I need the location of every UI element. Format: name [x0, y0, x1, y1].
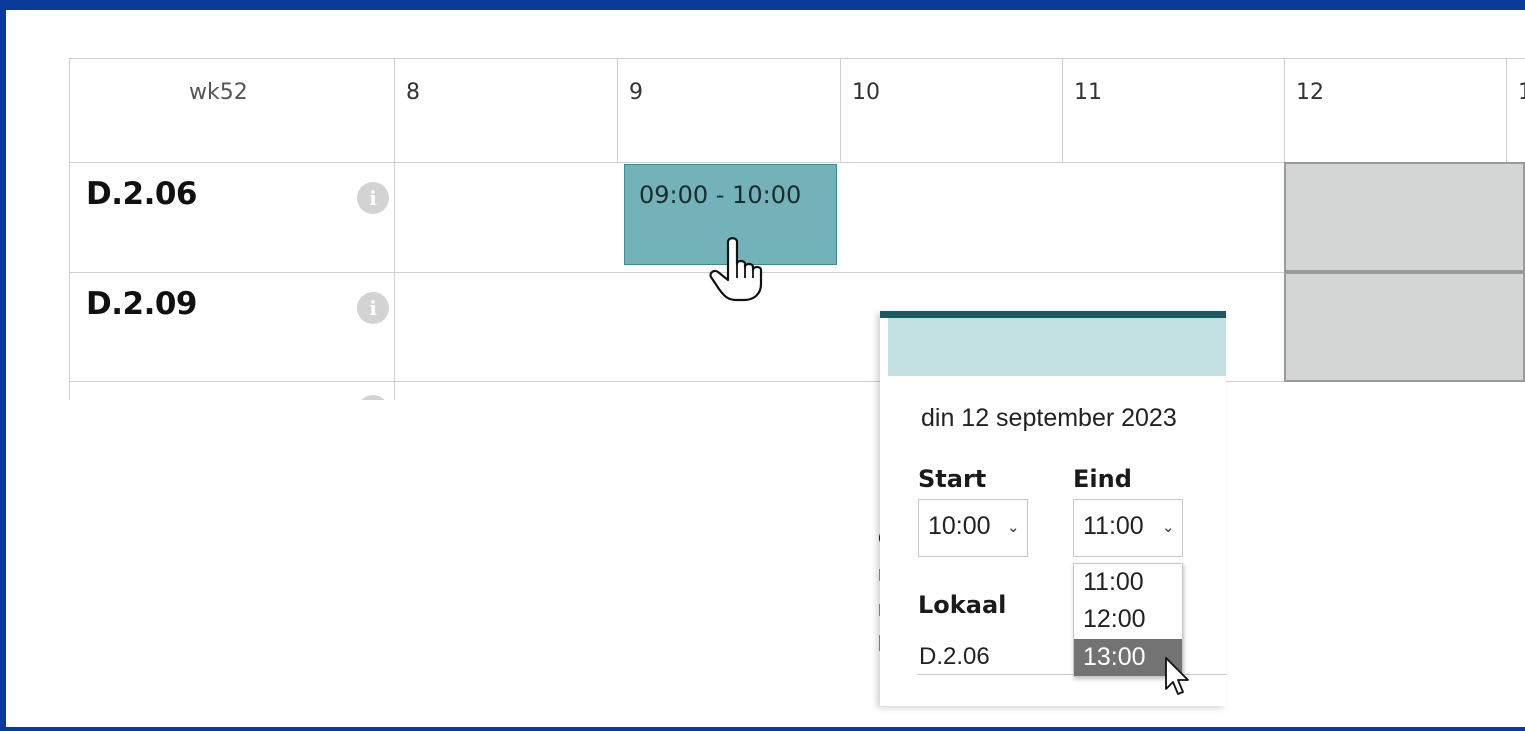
option-label: 13:00	[1083, 643, 1146, 671]
chevron-down-icon: ⌄	[1007, 518, 1020, 536]
popup-top-bar	[880, 311, 1226, 318]
end-time-select[interactable]: 11:00 ⌄	[1073, 499, 1183, 557]
room-label: Lokaal	[918, 591, 1007, 619]
grid-line	[394, 58, 395, 400]
end-label: Eind	[1073, 465, 1132, 493]
start-time-select[interactable]: 10:00 ⌄	[918, 499, 1028, 557]
start-label: Start	[918, 465, 987, 493]
info-icon[interactable]: i	[357, 395, 389, 400]
option-label: 12:00	[1083, 605, 1146, 633]
end-time-value: 11:00	[1083, 512, 1144, 540]
dropdown-option-1100[interactable]: 11:00	[1074, 564, 1182, 601]
hour-label-11: 11	[1074, 80, 1102, 105]
arrow-cursor-icon	[1165, 657, 1189, 695]
booking-time-label: 09:00 - 10:00	[639, 181, 802, 209]
grid-line	[69, 58, 1525, 59]
hour-label-10: 10	[852, 80, 880, 105]
dropdown-option-1200[interactable]: 12:00	[1074, 601, 1182, 638]
hour-label-8: 8	[406, 80, 420, 105]
schedule-grid: wk52 8 9 10 11 12 1 D.2.06 i D.2.09 i i …	[69, 58, 1525, 400]
week-label: wk52	[189, 80, 248, 105]
hour-label-12: 12	[1296, 80, 1324, 105]
grid-line	[840, 58, 841, 162]
grid-line	[69, 58, 70, 400]
hour-label-9: 9	[629, 80, 643, 105]
hour-label-13: 1	[1518, 80, 1525, 105]
room-name-d206: D.2.06	[86, 176, 198, 212]
grid-line	[617, 58, 618, 162]
info-icon[interactable]: i	[357, 182, 389, 214]
unavailable-cell	[1284, 272, 1525, 382]
room-value: D.2.06	[919, 643, 990, 670]
unavailable-cell	[1284, 162, 1525, 272]
popup-header	[888, 318, 1226, 376]
popup-date: din 12 september 2023	[921, 404, 1177, 432]
chevron-down-icon: ⌄	[1162, 518, 1175, 536]
room-name-d209: D.2.09	[86, 286, 198, 322]
hand-cursor-icon	[709, 237, 763, 302]
grid-line	[1506, 58, 1507, 162]
start-time-value: 10:00	[928, 512, 991, 540]
option-label: 11:00	[1083, 568, 1144, 596]
grid-line	[1284, 58, 1285, 162]
grid-line	[1062, 58, 1063, 162]
info-icon[interactable]: i	[357, 292, 389, 324]
